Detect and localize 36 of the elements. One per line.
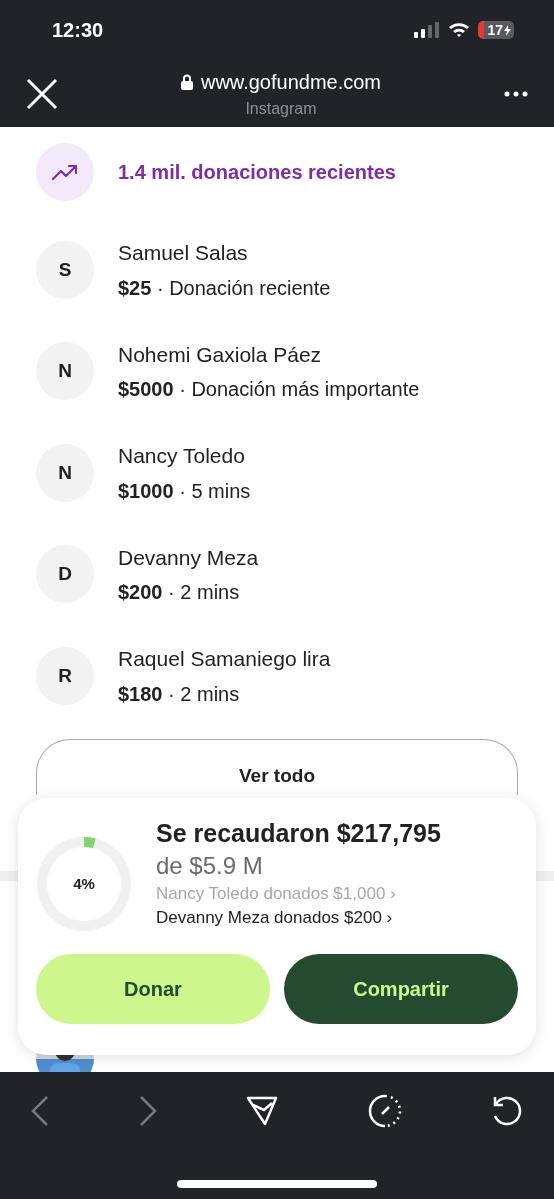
donor-avatar: R: [36, 646, 94, 705]
recent-donation-ticker[interactable]: Devanny Meza donados $200 ›: [156, 906, 441, 930]
back-icon[interactable]: [30, 1095, 50, 1127]
donation-detail: $180 · 2 mins: [118, 681, 241, 707]
lock-icon: [180, 73, 193, 90]
donor-avatar: N: [36, 443, 94, 502]
battery-indicator: 17: [478, 21, 514, 39]
donor-name: Nohemi Gaxiola Páez: [118, 341, 323, 368]
status-time: 12:30: [52, 18, 104, 43]
donor-name: Devanny Meza: [118, 544, 259, 571]
donor-name: Samuel Salas: [118, 240, 249, 266]
progress-percent: 4%: [73, 873, 95, 894]
donation-detail: $5000 · Donación más importante: [118, 377, 420, 402]
share-button[interactable]: Compartir: [284, 954, 518, 1024]
signal-icon: [414, 22, 441, 38]
page-url: www.gofundme.com: [200, 69, 382, 95]
send-icon[interactable]: [245, 1095, 279, 1127]
donor-name: Nancy Toledo: [118, 443, 246, 469]
close-icon[interactable]: [26, 77, 58, 110]
donor-avatar: D: [36, 545, 94, 604]
donor-name: Raquel Samaniego lira: [118, 646, 331, 672]
donation-detail: $1000 · 5 mins: [118, 478, 251, 504]
wifi-icon: [448, 22, 471, 38]
donor-avatar: N: [36, 342, 94, 401]
source-app: Instagram: [245, 98, 317, 119]
more-icon[interactable]: [504, 90, 528, 97]
recent-donations-count: 1.4 mil. donaciones recientes: [118, 160, 396, 185]
timer-icon[interactable]: [366, 1093, 403, 1129]
donor-avatar: S: [36, 240, 94, 299]
donation-detail: $25 · Donación reciente: [118, 275, 331, 301]
donation-detail: $200 · 2 mins: [118, 580, 241, 605]
donate-button[interactable]: Donar: [36, 954, 270, 1024]
goal-amount: de $5.9 M: [156, 851, 264, 881]
see-all-button[interactable]: Ver todo: [36, 738, 518, 795]
forward-icon[interactable]: [137, 1095, 158, 1127]
amount-raised: Se recaudaron $217,795: [156, 818, 441, 849]
